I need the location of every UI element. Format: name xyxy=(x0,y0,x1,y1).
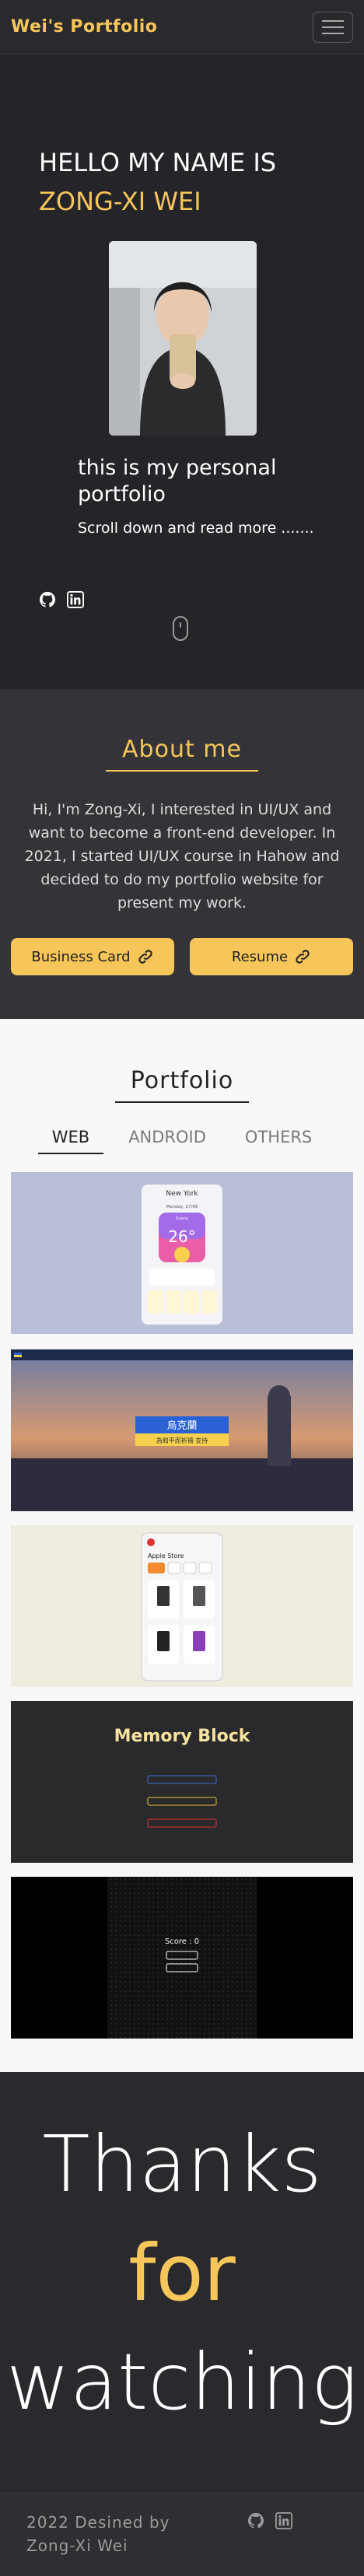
weather-temp: 26° xyxy=(168,1227,195,1246)
navbar: Wei's Portfolio xyxy=(0,0,364,54)
portfolio-section: Portfolio WEB ANDROID OTHERS New York Mo… xyxy=(0,1019,364,2072)
github-icon[interactable] xyxy=(39,591,56,608)
about-text: Hi, I'm Zong-Xi, I interested in UI/UX a… xyxy=(24,801,340,912)
profile-photo xyxy=(109,241,257,436)
link-icon xyxy=(138,950,152,964)
thanks-line-3: watching xyxy=(6,2336,358,2427)
hero-greeting: HELLO MY NAME IS xyxy=(39,148,277,177)
about-underline xyxy=(106,770,258,772)
linkedin-icon[interactable] xyxy=(275,2512,292,2529)
hero-intro: this is my personal portfolio xyxy=(78,456,277,506)
project-card-memory-block[interactable]: Memory Block xyxy=(11,1701,353,1863)
project-card-apple-store[interactable]: Apple Store xyxy=(11,1525,353,1687)
memory-block-title: Memory Block xyxy=(114,1727,251,1746)
weather-date: Monday, 27/06 xyxy=(166,1205,198,1209)
footer-social-links xyxy=(247,2512,292,2529)
about-buttons: Business Card Resume xyxy=(11,938,353,975)
hero-name: ZONG-XI WEI xyxy=(39,187,201,216)
portfolio-tabs: WEB ANDROID OTHERS xyxy=(0,1128,364,1154)
project-card-ukraine[interactable]: 烏克蘭 為和平而祈禱 支持 xyxy=(11,1349,353,1511)
hero-social-links xyxy=(39,591,84,608)
thanks-line-2: for xyxy=(128,2228,236,2319)
business-card-button[interactable]: Business Card xyxy=(11,938,174,975)
about-title: About me xyxy=(122,736,242,763)
portfolio-underline xyxy=(115,1101,249,1103)
weather-condition: Sunny xyxy=(176,1216,188,1221)
ukraine-subtitle: 為和平而祈禱 支持 xyxy=(156,1437,208,1444)
ukraine-banner: 烏克蘭 xyxy=(166,1419,197,1432)
business-card-label: Business Card xyxy=(31,948,131,965)
tab-android[interactable]: ANDROID xyxy=(114,1128,220,1154)
menu-toggle-button[interactable] xyxy=(313,11,353,43)
weather-city: New York xyxy=(166,1190,198,1198)
link-icon xyxy=(296,950,310,964)
github-icon[interactable] xyxy=(247,2512,264,2529)
footer: 2022 Desined by Zong-Xi Wei xyxy=(0,2492,364,2576)
about-section: About me Hi, I'm Zong-Xi, I interested i… xyxy=(0,689,364,1019)
apple-store-title: Apple Store xyxy=(148,1552,184,1559)
scroll-hint: Scroll down and read more ....... xyxy=(78,520,314,537)
footer-line-1: 2022 Desined by xyxy=(26,2513,170,2532)
footer-line-2: Zong-Xi Wei xyxy=(26,2536,128,2555)
portfolio-title: Portfolio xyxy=(130,1067,234,1094)
hero-section: HELLO MY NAME IS ZONG-XI WEI this is my … xyxy=(0,54,364,689)
tab-others[interactable]: OTHERS xyxy=(231,1128,326,1154)
brand-title[interactable]: Wei's Portfolio xyxy=(11,17,157,37)
footer-credit: 2022 Desined by Zong-Xi Wei xyxy=(26,2511,170,2557)
thanks-section: Thanks for watching xyxy=(0,2072,364,2492)
game-score: Score : 0 xyxy=(165,1937,199,1946)
project-card-game[interactable]: Score : 0 xyxy=(11,1877,353,2039)
tab-web[interactable]: WEB xyxy=(37,1128,104,1154)
thanks-line-1: Thanks xyxy=(42,2119,322,2210)
linkedin-icon[interactable] xyxy=(67,591,84,608)
project-card-weather[interactable]: New York Monday, 27/06 Sunny 26° xyxy=(11,1172,353,1334)
scroll-mouse-icon xyxy=(173,616,188,641)
resume-label: Resume xyxy=(231,948,289,965)
resume-button[interactable]: Resume xyxy=(190,938,353,975)
